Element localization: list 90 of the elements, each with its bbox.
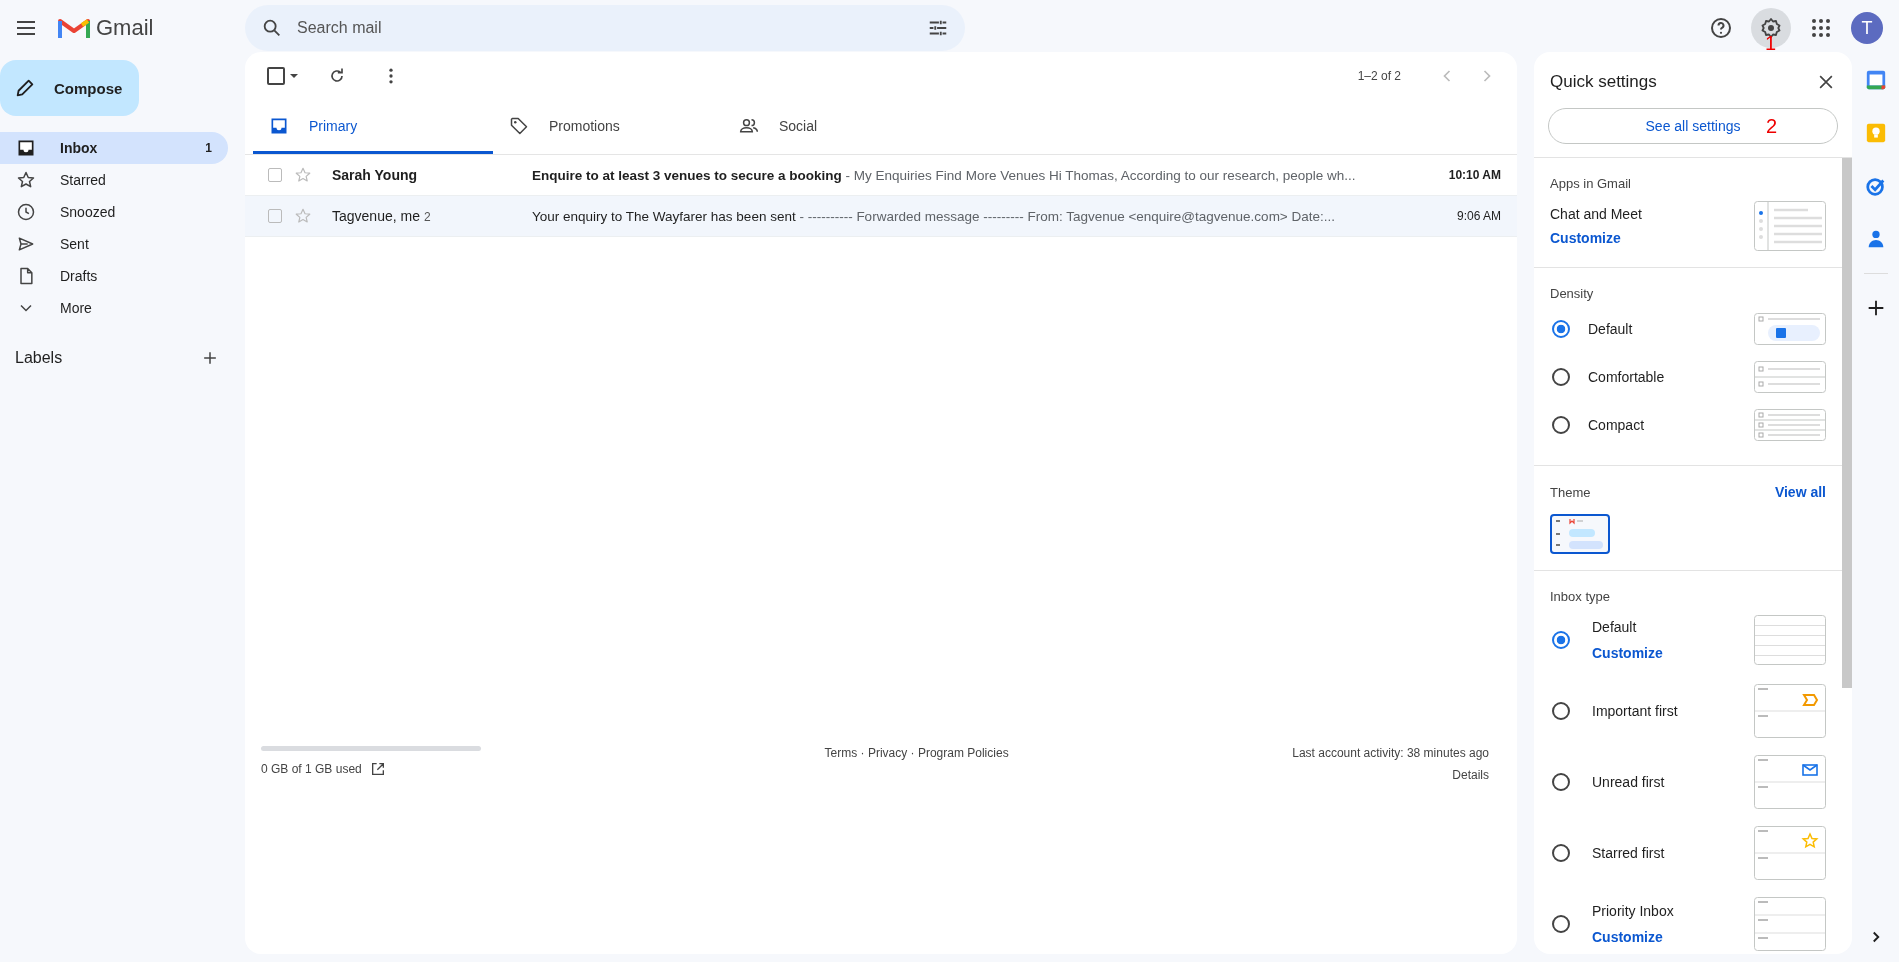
section-heading: Theme	[1550, 484, 1591, 500]
inbox-type-radio[interactable]	[1552, 701, 1570, 720]
star-icon	[16, 170, 36, 190]
tag-icon	[509, 115, 529, 136]
inbox-type-thumbnail	[1754, 825, 1826, 880]
density-thumbnail	[1754, 313, 1826, 345]
chat-layout-thumbnail	[1754, 201, 1826, 251]
option-label: Compact	[1588, 417, 1646, 433]
step-marker: 2	[1766, 115, 1778, 138]
settings-button[interactable]	[1751, 8, 1791, 48]
inbox-type-radio[interactable]	[1552, 914, 1570, 933]
nav-item[interactable]: Starred	[0, 164, 228, 196]
category-tab[interactable]: Primary	[253, 100, 493, 154]
app-name: Gmail	[96, 15, 154, 41]
search-icon[interactable]	[261, 17, 283, 39]
panel-title: Quick settings	[1550, 72, 1657, 92]
customize-link[interactable]: Customize	[1592, 644, 1732, 661]
section-heading: Inbox type	[1550, 589, 1611, 604]
star-icon[interactable]	[294, 166, 312, 184]
inbox-type-radio[interactable]	[1552, 843, 1570, 862]
task-check-icon[interactable]	[1864, 175, 1887, 197]
calendar-icon[interactable]	[1864, 69, 1887, 91]
apps-grid-icon[interactable]	[1809, 16, 1833, 40]
nav-item[interactable]: More	[0, 292, 228, 324]
unread-count: 1	[205, 141, 212, 155]
row-checkbox[interactable]	[268, 168, 282, 182]
account-activity: Last account activity: 38 minutes ago	[1292, 746, 1489, 760]
nav-item[interactable]: Inbox 1	[0, 132, 228, 164]
storage-text: 0 GB of 1 GB used	[261, 762, 362, 776]
scrollbar[interactable]	[1842, 158, 1852, 688]
density-radio[interactable]	[1552, 368, 1570, 386]
footer-links[interactable]: Terms · Privacy · Program Policies	[824, 746, 1009, 760]
clock-icon	[16, 202, 36, 222]
email-row[interactable]: Tagvenue, me 2 Your enquiry to The Wayfarer has been sent - ---------- Forwarded message --------- From: Tagvenue <enquire@tagvenue.com> Date:... 9:06 AM	[245, 196, 1517, 237]
category-tab[interactable]: Promotions	[493, 100, 723, 154]
section-heading: Density	[1550, 286, 1595, 301]
email-subject: Enquire to at least 3 venues to secure a booking	[532, 167, 842, 183]
option-label: Priority Inbox	[1592, 902, 1675, 919]
nav-item[interactable]: Drafts	[0, 260, 228, 292]
section-heading: Apps in Gmail	[1550, 176, 1632, 191]
pencil-icon	[14, 77, 36, 99]
view-all-link[interactable]: View all	[1774, 484, 1826, 500]
option-label: Important first	[1592, 702, 1679, 719]
email-time: 10:10 AM	[1447, 168, 1501, 182]
inbox-type-radio[interactable]	[1552, 772, 1570, 791]
option-label: Default	[1592, 618, 1638, 635]
inbox-type-thumbnail	[1754, 683, 1826, 738]
density-thumbnail	[1754, 409, 1826, 441]
customize-link[interactable]: Customize	[1550, 230, 1642, 246]
external-link-icon[interactable]	[369, 761, 386, 777]
envelope-logo-icon	[58, 16, 90, 40]
inbox-type-radio[interactable]	[1552, 630, 1570, 649]
sender-name: Sarah Young	[332, 167, 418, 183]
inbox-icon	[16, 138, 36, 158]
option-label: Comfortable	[1588, 369, 1666, 385]
step-marker: 1	[1765, 32, 1777, 55]
star-icon[interactable]	[294, 207, 312, 225]
customize-link[interactable]: Customize	[1592, 928, 1732, 945]
sender-name: Tagvenue, me	[332, 208, 420, 224]
option-label: Starred first	[1592, 844, 1666, 861]
density-radio[interactable]	[1552, 416, 1570, 434]
row-checkbox[interactable]	[268, 209, 282, 223]
send-icon	[16, 234, 36, 254]
option-label: Default	[1588, 321, 1634, 337]
details-link[interactable]: Details	[1452, 768, 1489, 782]
email-time: 9:06 AM	[1455, 209, 1501, 223]
search-bar[interactable]: Search mail	[245, 5, 965, 51]
theme-thumbnail[interactable]	[1550, 514, 1610, 554]
caret-icon[interactable]	[289, 71, 299, 81]
pagination-text: 1–2 of 2	[1357, 69, 1401, 83]
search-field[interactable]: Search mail	[295, 18, 915, 38]
option-label: Unread first	[1592, 773, 1666, 790]
email-snippet: - ---------- Forwarded message --------- From: Tagvenue <enquire@tagvenue.com> Date:...	[798, 208, 1336, 224]
category-tab[interactable]: Social	[723, 100, 953, 154]
nav-item[interactable]: Sent	[0, 228, 228, 260]
account-avatar[interactable]: T	[1851, 12, 1883, 44]
inbox-type-thumbnail	[1754, 614, 1826, 665]
density-thumbnail	[1754, 361, 1826, 393]
email-snippet: - My Enquiries Find More Venues Hi Thomas, According to our research, people wh...	[844, 167, 1356, 183]
inbox-type-thumbnail	[1754, 896, 1826, 951]
help-icon[interactable]	[1709, 16, 1733, 40]
inbox-type-thumbnail	[1754, 754, 1826, 809]
thread-count: 2	[423, 210, 431, 224]
compose-button[interactable]: Compose	[0, 60, 139, 116]
email-subject: Your enquiry to The Wayfarer has been sent	[532, 208, 796, 224]
select-all-checkbox[interactable]	[267, 67, 285, 85]
labels-heading: Labels	[15, 349, 63, 367]
nav-item[interactable]: Snoozed	[0, 196, 228, 228]
option-label: Chat and Meet	[1550, 206, 1642, 222]
density-radio[interactable]	[1552, 320, 1570, 338]
